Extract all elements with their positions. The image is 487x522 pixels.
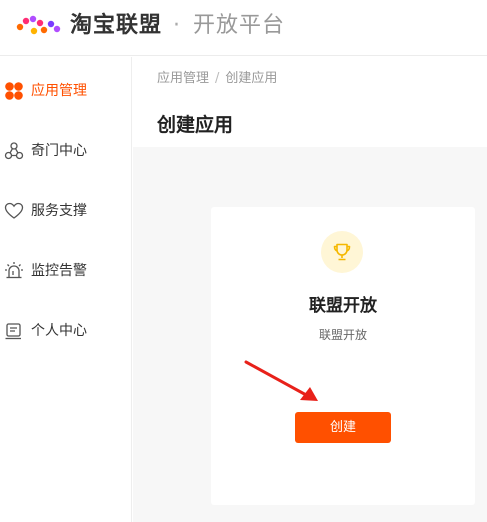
brand-separator: · <box>173 13 180 38</box>
sidebar-item-label: 奇门中心 <box>31 143 87 159</box>
app-grid-icon <box>5 82 23 100</box>
trophy-icon <box>333 243 351 261</box>
sidebar: 应用管理 奇门中心 服务支撑 监控告警 个人中心 <box>0 57 132 522</box>
sidebar-item-personal-center[interactable]: 个人中心 <box>0 315 132 345</box>
platform-name: 开放平台 <box>193 13 286 38</box>
sidebar-item-label: 个人中心 <box>31 323 87 339</box>
sidebar-item-app-management[interactable]: 应用管理 <box>0 75 132 105</box>
breadcrumb-root[interactable]: 应用管理 <box>157 71 209 86</box>
sidebar-item-qimen-center[interactable]: 奇门中心 <box>0 135 132 165</box>
create-button[interactable]: 创建 <box>295 412 391 443</box>
sidebar-item-label: 应用管理 <box>31 83 87 99</box>
breadcrumb: 应用管理 / 创建应用 <box>157 70 277 88</box>
sidebar-item-label: 服务支撑 <box>31 203 87 219</box>
sidebar-item-service-support[interactable]: 服务支撑 <box>0 195 132 225</box>
page-header: 应用管理 / 创建应用 创建应用 <box>133 57 487 147</box>
taobao-union-logo-icon[interactable] <box>14 13 62 39</box>
alarm-icon <box>5 262 23 279</box>
breadcrumb-current: 创建应用 <box>225 71 278 86</box>
main-content: 应用管理 / 创建应用 创建应用 联盟开放 联盟开放 创建 <box>133 57 487 522</box>
app-type-card: 联盟开放 联盟开放 创建 <box>211 207 475 505</box>
breadcrumb-separator: / <box>215 71 220 86</box>
sidebar-item-monitoring-alerts[interactable]: 监控告警 <box>0 255 132 285</box>
card-title: 联盟开放 <box>309 296 377 316</box>
brand-name: 淘宝联盟 <box>70 13 163 38</box>
profile-card-icon <box>5 323 21 340</box>
top-bar: 淘宝联盟 · 开放平台 <box>0 0 487 56</box>
card-subtitle: 联盟开放 <box>318 328 367 342</box>
card-icon-badge <box>321 231 363 273</box>
sidebar-item-label: 监控告警 <box>31 263 87 279</box>
heart-icon <box>4 202 24 219</box>
page-title: 创建应用 <box>157 114 234 136</box>
hub-icon <box>4 142 24 160</box>
